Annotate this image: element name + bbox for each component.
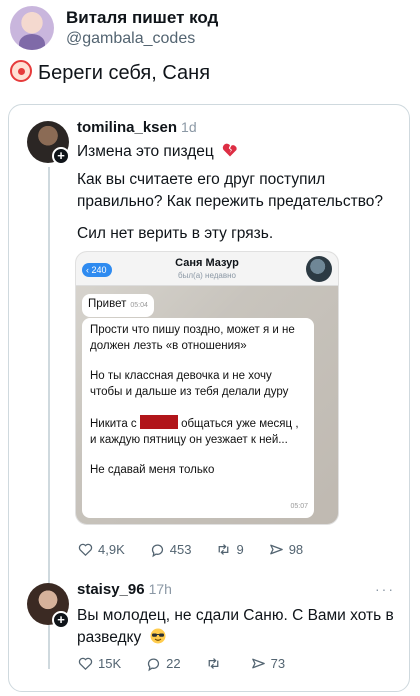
views-button[interactable]: 73 bbox=[250, 655, 285, 672]
reply-button[interactable]: 22 bbox=[145, 655, 181, 672]
chat-message-2: Прости что пишу поздно, может я и не дол… bbox=[82, 318, 314, 518]
like-button[interactable]: 15K bbox=[77, 655, 121, 672]
reply-count: 22 bbox=[166, 656, 181, 671]
reply2-user[interactable]: staisy_96 17h bbox=[77, 581, 172, 598]
post-text-line: Береги себя, Саня bbox=[10, 60, 210, 85]
reply2-actions: 15K 22 73 bbox=[77, 655, 309, 672]
reply2-time: 17h bbox=[148, 581, 172, 597]
chat-contact-avatar bbox=[306, 256, 332, 282]
reply1-line1-text: Измена это пиздец bbox=[77, 143, 214, 160]
chat-contact-status: был(а) недавно bbox=[178, 271, 236, 280]
author-handle[interactable]: @gambala_codes bbox=[66, 30, 195, 48]
chat-message-2-time: 05:07 bbox=[290, 502, 308, 510]
reply1-username[interactable]: tomilina_ksen bbox=[77, 119, 177, 136]
views-count: 98 bbox=[288, 542, 304, 557]
repost-count: 9 bbox=[236, 542, 244, 557]
reply2-text: Вы молодец, не сдали Саню. С Вами хоть в… bbox=[77, 607, 394, 646]
sunglasses-emoji-icon bbox=[150, 628, 166, 644]
like-count: 4,9K bbox=[98, 542, 125, 557]
chat-message-2-p3a: Никита с bbox=[90, 418, 137, 430]
quoted-thread-card[interactable]: + tomilina_ksen 1d Измена это пиздец Как … bbox=[8, 104, 410, 692]
views-count: 73 bbox=[270, 656, 286, 671]
reply-count: 453 bbox=[169, 542, 192, 557]
chat-message-2-p1: Прости что пишу поздно, может я и не дол… bbox=[90, 324, 295, 352]
broken-heart-icon bbox=[222, 143, 237, 157]
reply1-actions: 4,9K 453 9 98 bbox=[77, 541, 327, 558]
post-header: Виталя пишет код @gambala_codes bbox=[10, 6, 410, 54]
reply1-line1: Измена это пиздец bbox=[77, 141, 238, 163]
reply-icon bbox=[148, 658, 160, 672]
repost-icon bbox=[219, 544, 229, 555]
chat-screenshot[interactable]: ‹ 240 Саня Мазур был(а) недавно Привет 05… bbox=[75, 251, 339, 525]
views-icon bbox=[251, 658, 265, 669]
chat-message-1-text: Привет bbox=[88, 298, 127, 310]
chat-message-2-p3: Никита с общаться уже месяц , и каждую п… bbox=[90, 415, 306, 448]
like-button[interactable]: 4,9K bbox=[77, 541, 125, 558]
views-button[interactable]: 98 bbox=[268, 541, 303, 558]
more-icon[interactable]: ··· bbox=[375, 581, 395, 597]
views-icon bbox=[269, 544, 283, 555]
author-name[interactable]: Виталя пишет код bbox=[66, 8, 218, 28]
chat-message-1: Привет 05:04 bbox=[82, 294, 154, 317]
repost-button[interactable]: 9 bbox=[215, 541, 244, 558]
reply1-user[interactable]: tomilina_ksen 1d bbox=[77, 119, 197, 136]
post-text: Береги себя, Саня bbox=[38, 62, 211, 84]
like-count: 15K bbox=[98, 656, 122, 671]
chat-message-2-p4: Не сдавай меня только bbox=[90, 464, 215, 476]
heart-icon bbox=[78, 657, 93, 671]
follow-plus-icon[interactable]: + bbox=[52, 611, 70, 629]
reply1-time: 1d bbox=[181, 119, 197, 135]
reply2-text-line: Вы молодец, не сдали Саню. С Вами хоть в… bbox=[77, 605, 397, 649]
chat-contact-name: Саня Мазур bbox=[175, 257, 239, 269]
reply-button[interactable]: 453 bbox=[149, 541, 192, 558]
chat-message-2-p2: Но ты классная девочка и не хочу чтобы и… bbox=[90, 370, 289, 398]
repost-icon bbox=[208, 658, 218, 669]
reply2-username[interactable]: staisy_96 bbox=[77, 581, 145, 598]
reply1-line2: Как вы считаете его друг поступил правил… bbox=[77, 171, 383, 210]
clown-icon bbox=[10, 60, 32, 82]
chat-header: ‹ 240 Саня Мазур был(а) недавно bbox=[76, 252, 338, 286]
follow-plus-icon[interactable]: + bbox=[52, 147, 70, 165]
reply1-line3: Сил нет верить в эту грязь. bbox=[77, 225, 274, 242]
chat-message-1-time: 05:04 bbox=[130, 302, 148, 309]
redaction-box bbox=[139, 415, 178, 429]
heart-icon bbox=[78, 543, 93, 557]
repost-button[interactable] bbox=[205, 655, 226, 672]
author-avatar[interactable] bbox=[10, 6, 54, 50]
reply-icon bbox=[151, 544, 163, 558]
